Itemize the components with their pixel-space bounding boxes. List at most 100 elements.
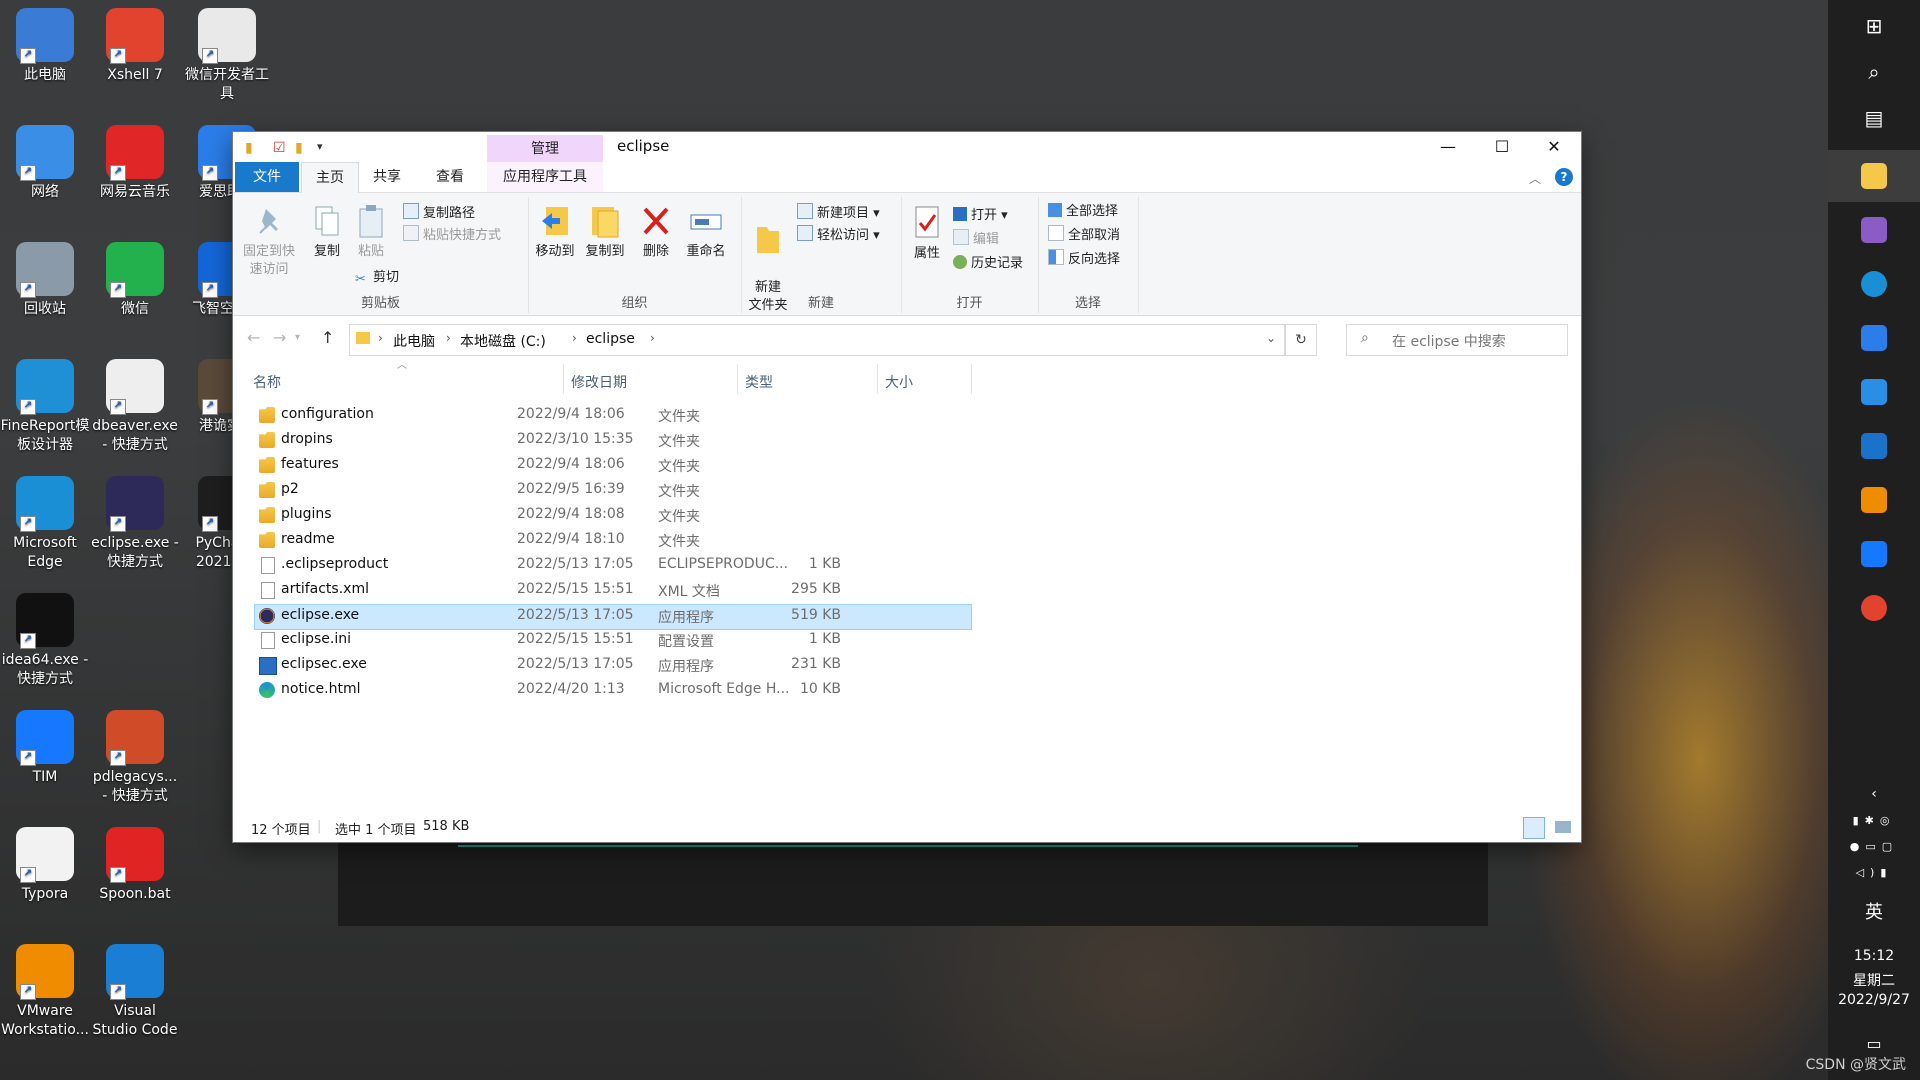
desktop-icon[interactable]: ↗ Xshell 7 xyxy=(90,8,180,85)
file-row[interactable]: readme 2022/9/4 18:10 文件夹 xyxy=(255,529,971,553)
invert-selection-button[interactable]: 反向选择 xyxy=(1048,249,1120,271)
up-arrow-icon[interactable]: ↑ xyxy=(321,328,334,347)
file-row[interactable]: dropins 2022/3/10 15:35 文件夹 xyxy=(255,429,971,453)
properties-quick-icon[interactable]: ☑ xyxy=(273,140,286,156)
task-view-icon[interactable]: ▤ xyxy=(1828,92,1920,144)
paste-button[interactable]: 粘贴 xyxy=(351,203,391,261)
breadcrumb-separator-icon[interactable]: › xyxy=(572,331,577,345)
volume-icon[interactable]: ◁)▮ xyxy=(1828,866,1920,879)
meeting-taskbar-icon[interactable] xyxy=(1828,528,1920,580)
desktop-icon[interactable]: ↗ 此电脑 xyxy=(0,8,90,85)
tab-application-tools[interactable]: 应用程序工具 xyxy=(487,162,603,192)
search-taskbar-icon[interactable]: ⌕ xyxy=(1828,46,1920,98)
clock-time[interactable]: 15:12 xyxy=(1828,948,1920,964)
file-row[interactable]: artifacts.xml 2022/5/15 15:51 XML 文档 295 KB xyxy=(255,579,971,603)
file-row[interactable]: notice.html 2022/4/20 1:13 Microsoft Edge … xyxy=(255,679,971,703)
file-row[interactable]: p2 2022/9/5 16:39 文件夹 xyxy=(255,479,971,503)
desktop-icon[interactable]: ↗ FineReport模板设计器 xyxy=(0,359,90,455)
maximize-button[interactable]: ☐ xyxy=(1475,132,1529,162)
select-all-button[interactable]: 全部选择 xyxy=(1048,201,1118,223)
file-row[interactable]: plugins 2022/9/4 18:08 文件夹 xyxy=(255,504,971,528)
new-folder-quick-icon[interactable]: ▮ xyxy=(295,140,303,156)
file-row[interactable]: eclipsec.exe 2022/5/13 17:05 应用程序 231 KB xyxy=(255,654,971,678)
desktop-icon[interactable]: ↗ TIM xyxy=(0,710,90,787)
breadcrumb-separator-icon[interactable]: › xyxy=(650,331,655,345)
edge-taskbar-icon[interactable] xyxy=(1828,258,1920,310)
open-button[interactable]: 打开 ▾ xyxy=(953,205,1008,227)
desktop-icon[interactable]: ↗ idea64.exe - 快捷方式 xyxy=(0,593,90,689)
breadcrumb-separator-icon[interactable]: › xyxy=(446,331,451,345)
delete-button[interactable]: 删除 xyxy=(636,203,676,261)
pin-quick-access-button[interactable]: 固定到快速访问 xyxy=(239,203,299,279)
notification-center-icon[interactable]: ▭ xyxy=(1828,1034,1920,1053)
copy-button[interactable]: 复制 xyxy=(307,203,347,261)
address-bar[interactable]: › 此电脑 › 本地磁盘 (C:) › eclipse › ⌄ xyxy=(349,324,1285,356)
recent-locations-icon[interactable]: ▾ xyxy=(295,332,300,343)
column-header-date[interactable]: 修改日期 xyxy=(571,372,627,392)
desktop-icon[interactable]: ↗ 网络 xyxy=(0,125,90,202)
remote-desktop-taskbar-icon[interactable] xyxy=(1828,420,1920,472)
desktop-icon[interactable]: ↗ pdlegacys... - 快捷方式 xyxy=(90,710,180,806)
desktop-icon[interactable]: ↗ eclipse.exe - 快捷方式 xyxy=(90,476,180,572)
desktop-icon[interactable]: ↗ Visual Studio Code xyxy=(90,944,180,1040)
ime-indicator[interactable]: 英 xyxy=(1828,898,1920,924)
breadcrumb-eclipse[interactable]: eclipse xyxy=(586,331,635,347)
search-box[interactable]: ⌕ 在 eclipse 中搜索 xyxy=(1346,324,1568,356)
copy-to-button[interactable]: 复制到 xyxy=(580,203,630,261)
rename-button[interactable]: 重命名 xyxy=(680,203,732,261)
edit-button[interactable]: 编辑 xyxy=(953,229,999,251)
refresh-button[interactable]: ↻ xyxy=(1285,324,1317,356)
desktop-icon[interactable]: ↗ 微信开发者工具 xyxy=(182,8,272,104)
visual-studio-taskbar-icon[interactable] xyxy=(1828,204,1920,256)
file-row[interactable]: eclipse.exe 2022/5/13 17:05 应用程序 519 KB xyxy=(254,604,972,630)
vmware-taskbar-icon[interactable] xyxy=(1828,474,1920,526)
desktop-icon[interactable]: ↗ VMware Workstatio... xyxy=(0,944,90,1040)
tray-icons-row2[interactable]: ●▭▢ xyxy=(1828,840,1920,853)
column-header-type[interactable]: 类型 xyxy=(745,372,773,392)
file-explorer-taskbar-icon[interactable] xyxy=(1828,150,1920,202)
file-row[interactable]: configuration 2022/9/4 18:06 文件夹 xyxy=(255,404,971,428)
collapse-ribbon-icon[interactable]: ︿ xyxy=(1529,170,1541,187)
desktop-icon[interactable]: ↗ Typora xyxy=(0,827,90,904)
start-windows-icon[interactable]: ⊞ xyxy=(1828,0,1920,52)
desktop-icon[interactable]: ↗ 微信 xyxy=(90,242,180,319)
breadcrumb-separator-icon[interactable]: › xyxy=(378,331,383,345)
back-arrow-icon[interactable]: ← xyxy=(247,328,260,347)
clock-date[interactable]: 2022/9/27 xyxy=(1828,992,1920,1008)
tray-icons[interactable]: ▮✱◎ xyxy=(1828,814,1920,827)
desktop-icon[interactable]: ↗ 回收站 xyxy=(0,242,90,319)
tab-file[interactable]: 文件 xyxy=(235,162,299,192)
xshell-taskbar-icon[interactable] xyxy=(1828,582,1920,634)
tab-share[interactable]: 共享 xyxy=(361,162,413,192)
desktop-icon[interactable]: ↗ dbeaver.exe - 快捷方式 xyxy=(90,359,180,455)
column-header-name[interactable]: 名称 xyxy=(253,372,281,392)
clock-weekday[interactable]: 星期二 xyxy=(1828,970,1920,990)
forward-arrow-icon[interactable]: → xyxy=(273,328,286,347)
address-dropdown-icon[interactable]: ⌄ xyxy=(1266,331,1276,345)
paste-shortcut-button[interactable]: 粘贴快捷方式 xyxy=(403,225,501,247)
file-row[interactable]: features 2022/9/4 18:06 文件夹 xyxy=(255,454,971,478)
tray-expand-icon[interactable]: ‹ xyxy=(1828,786,1920,802)
file-row[interactable]: eclipse.ini 2022/5/15 15:51 配置设置 1 KB xyxy=(255,629,971,653)
tab-home[interactable]: 主页 xyxy=(301,162,359,194)
breadcrumb-local-disk[interactable]: 本地磁盘 (C:) xyxy=(460,331,546,351)
tab-view[interactable]: 查看 xyxy=(419,162,481,192)
minimize-button[interactable]: — xyxy=(1421,132,1475,162)
feishu-taskbar-icon[interactable] xyxy=(1828,312,1920,364)
large-icons-view-icon[interactable] xyxy=(1555,821,1571,833)
monitor-taskbar-icon[interactable] xyxy=(1828,366,1920,418)
properties-button[interactable]: 属性 xyxy=(905,205,949,263)
move-to-button[interactable]: 移动到 xyxy=(530,203,580,261)
quick-access-dropdown-icon[interactable]: ▾ xyxy=(317,140,323,153)
cut-button[interactable]: ✂ 剪切 xyxy=(355,267,399,289)
easy-access-button[interactable]: 轻松访问 ▾ xyxy=(797,225,880,247)
column-header-size[interactable]: 大小 xyxy=(885,372,913,392)
details-view-icon[interactable] xyxy=(1523,817,1545,839)
select-none-button[interactable]: 全部取消 xyxy=(1048,225,1120,247)
new-item-button[interactable]: 新建项目 ▾ xyxy=(797,203,880,225)
desktop-icon[interactable]: ↗ 网易云音乐 xyxy=(90,125,180,202)
history-button[interactable]: 历史记录 xyxy=(953,253,1023,275)
desktop-icon[interactable]: ↗ Spoon.bat xyxy=(90,827,180,904)
help-icon[interactable]: ? xyxy=(1555,168,1573,186)
close-button[interactable]: ✕ xyxy=(1527,132,1581,162)
